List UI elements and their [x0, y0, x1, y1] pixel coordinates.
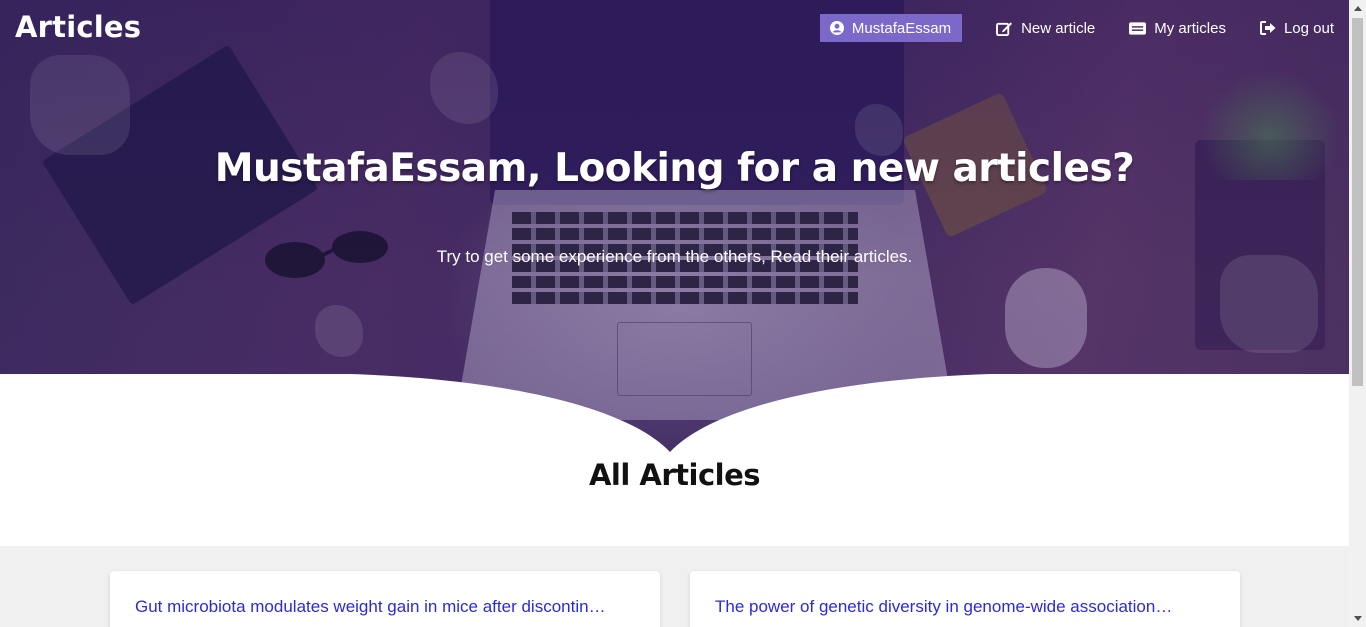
user-name-label: MustafaEssam [851, 19, 952, 37]
all-articles-heading: All Articles [588, 458, 761, 492]
brand-logo[interactable]: Articles [15, 10, 141, 44]
decorative-blob [30, 55, 130, 155]
scroll-up-button[interactable] [1349, 0, 1366, 17]
top-navigation: MustafaEssam New article My articles Log… [819, 14, 1334, 42]
vertical-scrollbar[interactable] [1349, 0, 1366, 627]
hero-heading: MustafaEssam, Looking for a new articles… [214, 146, 1135, 191]
scrollbar-thumb[interactable] [1352, 18, 1363, 386]
decorative-blob [315, 305, 363, 357]
hero-background-mouse [1005, 268, 1087, 368]
logout-label: Log out [1283, 19, 1334, 37]
my-articles-link[interactable]: My articles [1129, 14, 1226, 42]
arrow-up-icon [1353, 6, 1362, 11]
scroll-down-button[interactable] [1349, 610, 1366, 627]
user-circle-icon [829, 21, 844, 35]
decorative-blob [430, 52, 498, 124]
id-card-icon [1129, 21, 1147, 35]
user-profile-button[interactable]: MustafaEssam [819, 14, 963, 42]
hero-subtitle: Try to get some experience from the othe… [436, 247, 913, 266]
article-title-link[interactable]: The power of genetic diversity in genome… [715, 597, 1177, 617]
article-title-link[interactable]: Gut microbiota modulates weight gain in … [135, 597, 615, 617]
new-article-label: New article [1021, 19, 1096, 37]
new-article-link[interactable]: New article [996, 14, 1095, 42]
arrow-down-icon [1353, 616, 1362, 621]
hero-wave-divider [0, 374, 1349, 465]
page: Articles MustafaEssam New article My art… [0, 0, 1349, 627]
logout-link[interactable]: Log out [1259, 14, 1334, 42]
sign-out-icon [1259, 21, 1276, 35]
decorative-blob [1220, 255, 1318, 353]
my-articles-label: My articles [1154, 19, 1226, 37]
edit-icon [996, 21, 1013, 36]
